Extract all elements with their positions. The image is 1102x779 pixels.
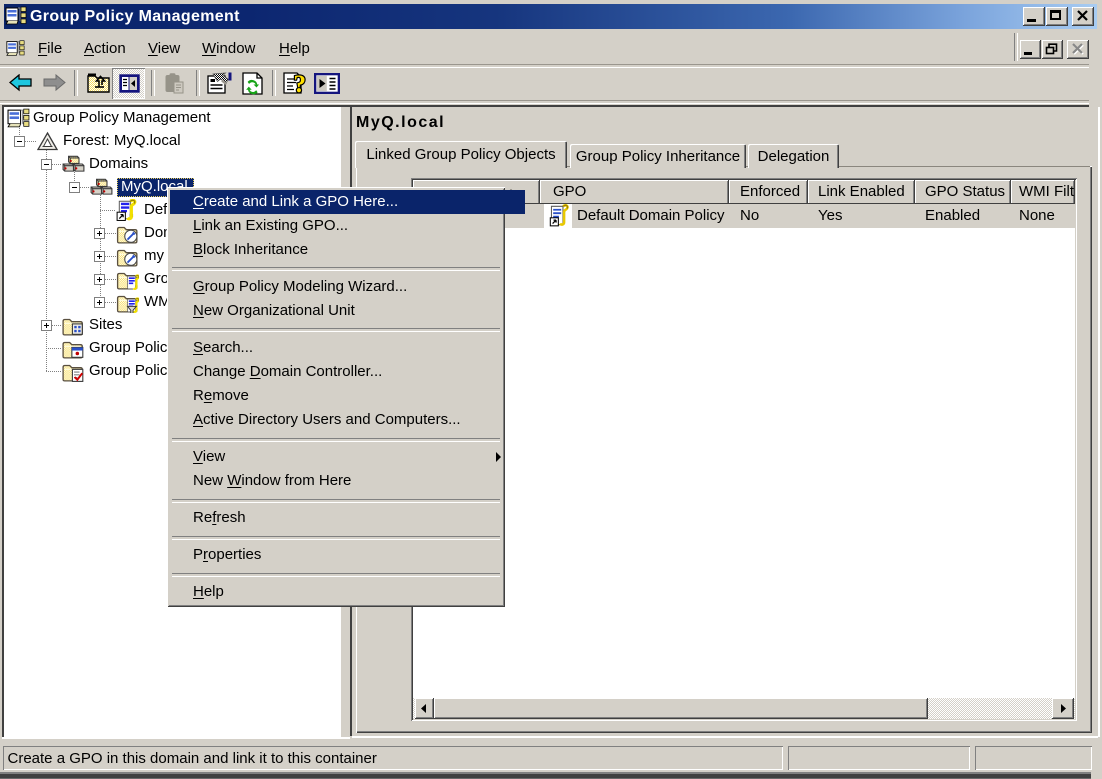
svg-text:?: ? [294, 71, 307, 96]
